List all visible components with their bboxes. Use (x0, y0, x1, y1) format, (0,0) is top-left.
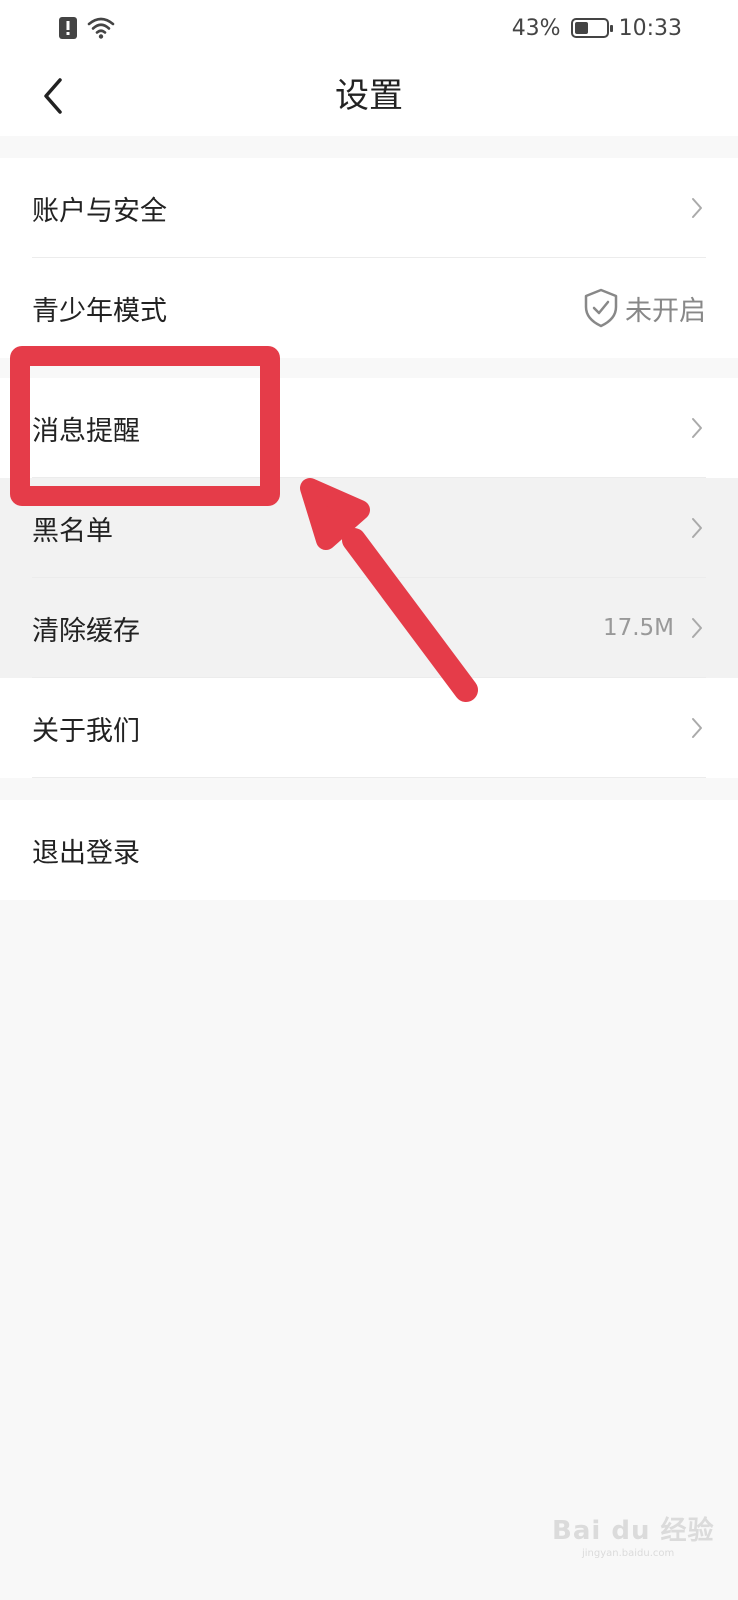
watermark-site: jingyan.baidu.com (582, 1548, 675, 1559)
watermark-logo: Bai du 经验 (552, 1516, 715, 1546)
settings-item-label: 关于我们 (32, 715, 140, 747)
battery-level (574, 22, 588, 34)
settings-item-account-security[interactable]: 账户与安全 (0, 158, 738, 258)
clock: 10:33 (618, 15, 682, 41)
status-right: 43% 10:33 (512, 12, 682, 44)
alert-icon (59, 17, 77, 39)
cache-size: 17.5M (602, 615, 674, 641)
chevron-right-icon (692, 618, 702, 638)
battery-icon (570, 18, 613, 38)
teen-mode-status: 未开启 (625, 295, 706, 327)
settings-item-label: 黑名单 (32, 515, 113, 547)
battery-percent: 43% (511, 15, 561, 41)
chevron-right-icon (692, 418, 702, 438)
settings-item-label: 账户与安全 (32, 195, 167, 227)
settings-item-about[interactable]: 关于我们 (0, 678, 738, 778)
settings-group-general: 消息提醒 黑名单 清除缓存 17.5M 关于我们 (0, 378, 738, 778)
settings-item-label: 消息提醒 (32, 415, 140, 447)
settings-item-label: 青少年模式 (32, 295, 167, 327)
settings-item-label: 清除缓存 (32, 615, 140, 647)
status-bar: 43% 10:33 (0, 0, 738, 56)
chevron-right-icon (692, 718, 702, 738)
logout-label: 退出登录 (32, 837, 140, 869)
chevron-right-icon (692, 198, 702, 218)
settings-group-logout: 退出登录 (0, 800, 738, 900)
chevron-right-icon (692, 518, 702, 538)
wifi-icon (87, 17, 115, 39)
page-title: 设置 (335, 76, 403, 116)
logout-button[interactable]: 退出登录 (0, 800, 738, 900)
status-left-icons (58, 14, 116, 42)
settings-group-account: 账户与安全 青少年模式 未开启 (0, 158, 738, 358)
settings-item-notifications[interactable]: 消息提醒 (0, 378, 738, 478)
settings-item-teen-mode[interactable]: 青少年模式 未开启 (0, 258, 738, 358)
settings-item-clear-cache[interactable]: 清除缓存 17.5M (0, 578, 738, 678)
header: 设置 (0, 56, 738, 136)
baidu-jingyan-watermark: Bai du 经验 jingyan.baidu.com (552, 1510, 715, 1559)
shield-check-icon (584, 288, 618, 328)
settings-item-blacklist[interactable]: 黑名单 (0, 478, 738, 578)
